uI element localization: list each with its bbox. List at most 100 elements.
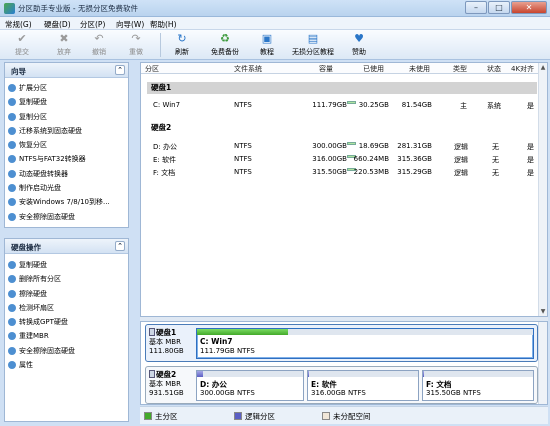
disk-op-item[interactable]: 安全擦除固态硬盘: [5, 344, 128, 358]
redo-button[interactable]: ↷ 重做: [116, 32, 156, 58]
discard-button[interactable]: ✖ 放弃: [44, 32, 84, 58]
menu-partition[interactable]: 分区(P): [80, 19, 105, 30]
cell-unused: 81.54GB: [401, 101, 432, 109]
disk-op-item[interactable]: 复制硬盘: [5, 258, 128, 272]
disk-map-disk2[interactable]: 硬盘2 基本 MBR 931.51GB D: 办公 300.00GB NTFS …: [145, 366, 538, 404]
copy-partition-icon: [8, 112, 16, 121]
cell-type: 逻辑: [454, 156, 468, 164]
column-header[interactable]: 状态: [487, 64, 501, 74]
disk-info: 硬盘2 基本 MBR 931.51GB: [149, 370, 194, 398]
disk-op-item[interactable]: 擦除硬盘: [5, 287, 128, 301]
cell-filesystem: NTFS: [234, 168, 252, 176]
recover-partition-icon: [8, 141, 16, 150]
migrate-os-icon: [8, 126, 16, 135]
disk-op-item[interactable]: 删除所有分区: [5, 272, 128, 286]
partition-block[interactable]: C: Win7 111.79GB NTFS: [196, 328, 534, 359]
disk-op-item[interactable]: 属性: [5, 358, 128, 372]
disk-group-row[interactable]: 硬盘2: [147, 122, 537, 134]
wizard-item[interactable]: 复制分区: [5, 110, 128, 124]
disk-op-item[interactable]: 转换成GPT硬盘: [5, 315, 128, 329]
free-backup-button[interactable]: ♻ 免费备份: [203, 32, 247, 58]
usage-track: [308, 371, 418, 377]
book-icon: ▣: [261, 32, 273, 45]
scroll-down-icon[interactable]: ▼: [539, 307, 547, 316]
heart-icon: ♥: [354, 32, 364, 45]
cell-capacity: 300.00GB: [312, 142, 347, 150]
column-header[interactable]: 4K对齐: [511, 64, 534, 74]
column-header[interactable]: 已使用: [363, 64, 384, 74]
wizard-item[interactable]: 扩展分区: [5, 81, 128, 95]
menu-help[interactable]: 帮助(H): [150, 19, 177, 30]
undo-label: 撤销: [92, 48, 106, 56]
wizard-item-label: 安全擦除固态硬盘: [19, 212, 75, 221]
partition-size: 315.50GB NTFS: [426, 389, 481, 397]
partition-block[interactable]: F: 文档 315.50GB NTFS: [422, 370, 534, 401]
legend-bar: 主分区 逻辑分区 未分配空间: [140, 406, 548, 424]
disk-kind: 基本 MBR: [149, 380, 181, 388]
wizard-item[interactable]: 复制硬盘: [5, 95, 128, 109]
table-row[interactable]: D: 办公 NTFS 300.00GB 18.69GB 281.31GB 逻辑 …: [141, 141, 539, 153]
menu-disk[interactable]: 硬盘(D): [44, 19, 71, 30]
wizard-item[interactable]: NTFS与FAT32转换器: [5, 152, 128, 166]
maximize-button[interactable]: □: [488, 1, 510, 14]
disk-icon: ▤: [307, 32, 319, 45]
table-row[interactable]: E: 软件 NTFS 316.00GB 660.24MB 315.36GB 逻辑…: [141, 154, 539, 166]
wizard-item[interactable]: 安装Windows 7/8/10到移...: [5, 195, 128, 209]
discard-label: 放弃: [57, 48, 71, 56]
minimize-button[interactable]: –: [465, 1, 487, 14]
disk-map-scrollbar[interactable]: [538, 322, 547, 404]
vertical-scrollbar[interactable]: ▲ ▼: [538, 63, 547, 316]
close-button[interactable]: ✕: [511, 1, 547, 14]
wizard-item[interactable]: 迁移系统到固态硬盘: [5, 124, 128, 138]
wizard-item[interactable]: 制作启动光盘: [5, 181, 128, 195]
cell-status: 系统: [487, 102, 501, 110]
wizard-item[interactable]: 动态硬盘转换器: [5, 167, 128, 181]
menu-general[interactable]: 常规(G): [5, 19, 32, 30]
partition-block[interactable]: E: 软件 316.00GB NTFS: [307, 370, 419, 401]
disk-op-label: 安全擦除固态硬盘: [19, 346, 75, 355]
disk-operations-title: 硬盘操作: [11, 243, 41, 252]
legend-logical: 逻辑分区: [234, 411, 275, 422]
tutorial-button[interactable]: ▣ 教程: [247, 32, 287, 58]
undo-button[interactable]: ↶ 撤销: [79, 32, 119, 58]
disk-size: 931.51GB: [149, 389, 184, 397]
donate-button[interactable]: ♥ 赞助: [339, 32, 379, 58]
menu-bar: 常规(G) 硬盘(D) 分区(P) 向导(W) 帮助(H): [0, 17, 550, 30]
disk-op-item[interactable]: 检测坏扇区: [5, 301, 128, 315]
column-header[interactable]: 分区: [145, 64, 159, 74]
cell-type: 主: [460, 102, 467, 110]
disk-op-item[interactable]: 重建MBR: [5, 329, 128, 343]
cell-alignment: 是: [527, 169, 534, 177]
wizard-item[interactable]: 恢复分区: [5, 138, 128, 152]
backup-icon: ♻: [220, 32, 230, 45]
disk-group-row[interactable]: 硬盘1: [147, 82, 537, 94]
partition-size: 111.79GB NTFS: [200, 347, 255, 355]
collapse-icon[interactable]: ⌃: [115, 241, 125, 251]
menu-wizard[interactable]: 向导(W): [116, 19, 144, 30]
wizard-panel-title: 向导: [11, 67, 26, 76]
scroll-up-icon[interactable]: ▲: [539, 63, 547, 72]
column-header[interactable]: 未使用: [409, 64, 430, 74]
wizard-item-label: 复制硬盘: [19, 98, 47, 107]
rebuild-mbr-icon: [8, 332, 16, 341]
submit-button[interactable]: ✔ 提交: [2, 32, 42, 58]
refresh-button[interactable]: ↻ 刷新: [162, 32, 202, 58]
partition-block[interactable]: D: 办公 300.00GB NTFS: [196, 370, 304, 401]
wizard-item[interactable]: 安全擦除固态硬盘: [5, 210, 128, 224]
column-header[interactable]: 类型: [453, 64, 467, 74]
lossless-tutorial-button[interactable]: ▤ 无损分区教程: [285, 32, 341, 58]
column-header[interactable]: 容量: [319, 64, 333, 74]
extend-partition-icon: [8, 84, 16, 92]
collapse-icon[interactable]: ⌃: [115, 65, 125, 75]
table-row[interactable]: C: Win7 NTFS 111.79GB 30.25GB 81.54GB 主 …: [141, 100, 539, 112]
cell-alignment: 是: [527, 143, 534, 151]
cell-capacity: 316.00GB: [312, 155, 347, 163]
windows-to-go-icon: [8, 198, 16, 207]
disk-map-disk1[interactable]: 硬盘1 基本 MBR 111.80GB C: Win7 111.79GB NTF…: [145, 324, 538, 362]
toolbar: ✔ 提交 ✖ 放弃 ↶ 撤销 ↷ 重做 ↻ 刷新 ♻ 免费备份 ▣ 教程 ▤ 无…: [0, 30, 550, 60]
column-header[interactable]: 文件系统: [234, 64, 262, 74]
refresh-icon: ↻: [177, 32, 187, 45]
table-row[interactable]: F: 文档 NTFS 315.50GB 220.53MB 315.29GB 逻辑…: [141, 167, 539, 179]
disk-kind: 基本 MBR: [149, 338, 181, 346]
delete-partitions-icon: [8, 275, 16, 284]
